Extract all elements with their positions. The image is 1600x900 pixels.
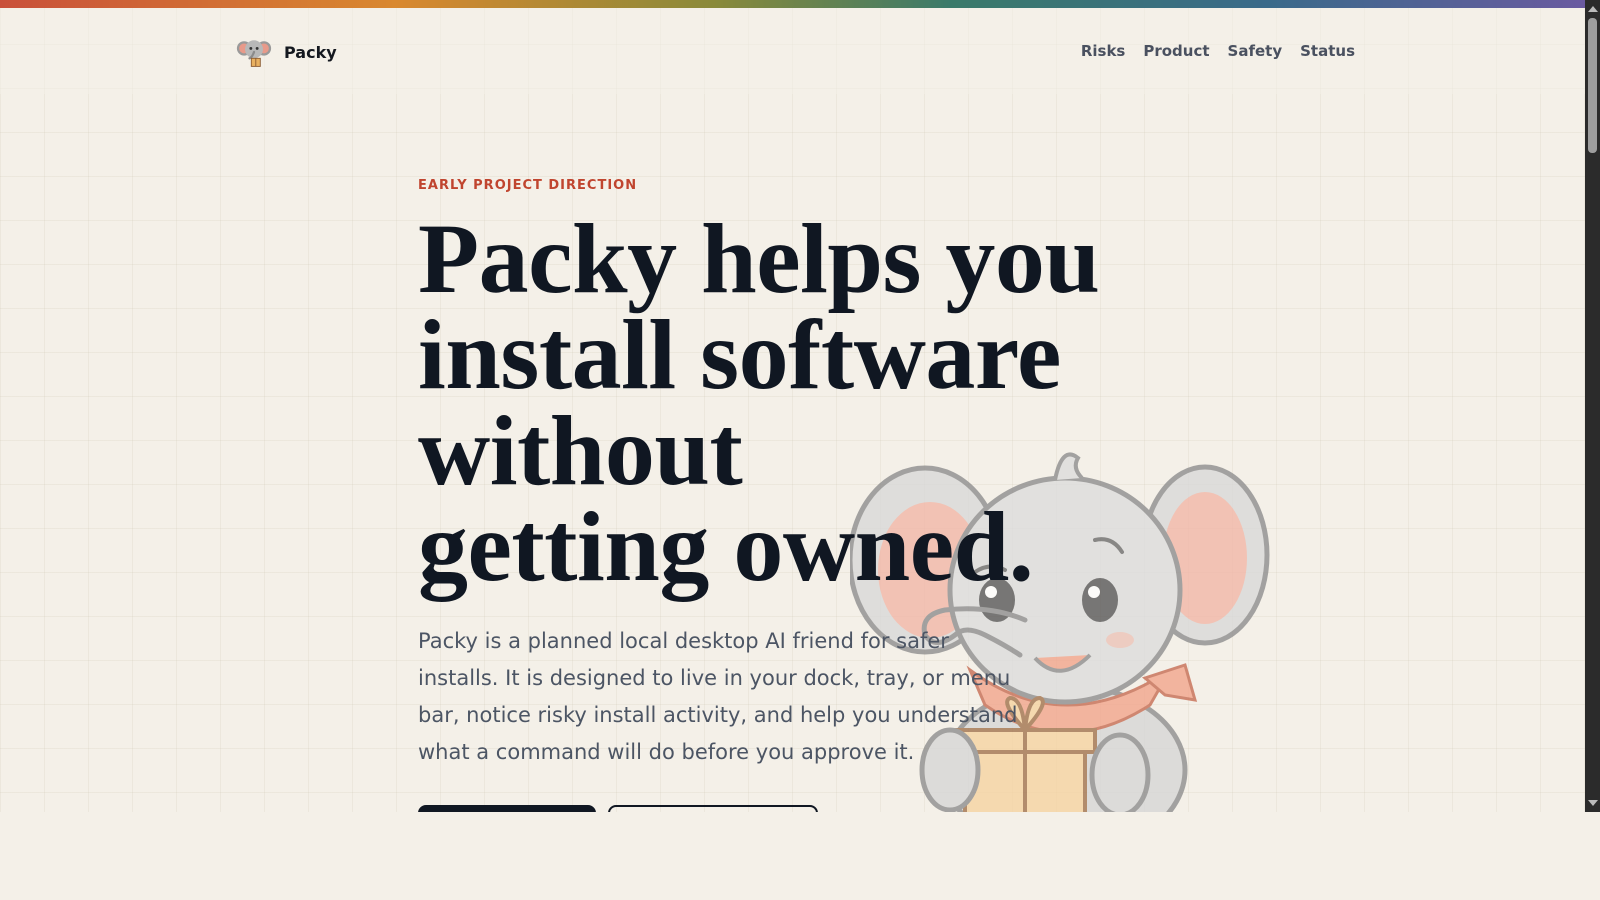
site-header: Packy Risks Product Safety Status: [0, 8, 1585, 94]
elephant-logo-icon: [236, 40, 272, 67]
hero-headline: Packy helps you install software without…: [418, 203, 1218, 602]
hero-headline-line: Packy helps you: [418, 203, 1100, 314]
page-scrollbar[interactable]: [1585, 0, 1600, 812]
nav-link-product[interactable]: Product: [1143, 42, 1209, 60]
primary-cta-button[interactable]: [418, 805, 596, 812]
scrollbar-thumb[interactable]: [1588, 18, 1597, 153]
brand-name: Packy: [284, 42, 337, 62]
window-bottom-area: [0, 812, 1600, 900]
nav-link-status[interactable]: Status: [1300, 42, 1355, 60]
page-viewport: Packy Risks Product Safety Status EARLY …: [0, 0, 1585, 812]
hero-lede: Packy is a planned local desktop AI frie…: [418, 629, 1018, 764]
hero-section: EARLY PROJECT DIRECTION Packy helps you …: [418, 178, 1218, 771]
hero-headline-line: install software: [418, 299, 1061, 410]
hero-headline-line: without: [418, 395, 743, 506]
hero-eyebrow: EARLY PROJECT DIRECTION: [418, 178, 638, 193]
brand-link[interactable]: Packy: [236, 34, 337, 70]
secondary-cta-button[interactable]: [608, 805, 818, 812]
nav-link-safety[interactable]: Safety: [1228, 42, 1283, 60]
scroll-down-arrow-icon[interactable]: [1588, 800, 1598, 806]
rainbow-accent-bar: [0, 0, 1585, 8]
main-nav: Risks Product Safety Status: [1081, 42, 1355, 60]
scroll-up-arrow-icon[interactable]: [1588, 6, 1598, 12]
hero-headline-line: getting owned.: [418, 491, 1034, 602]
nav-link-risks[interactable]: Risks: [1081, 42, 1126, 60]
